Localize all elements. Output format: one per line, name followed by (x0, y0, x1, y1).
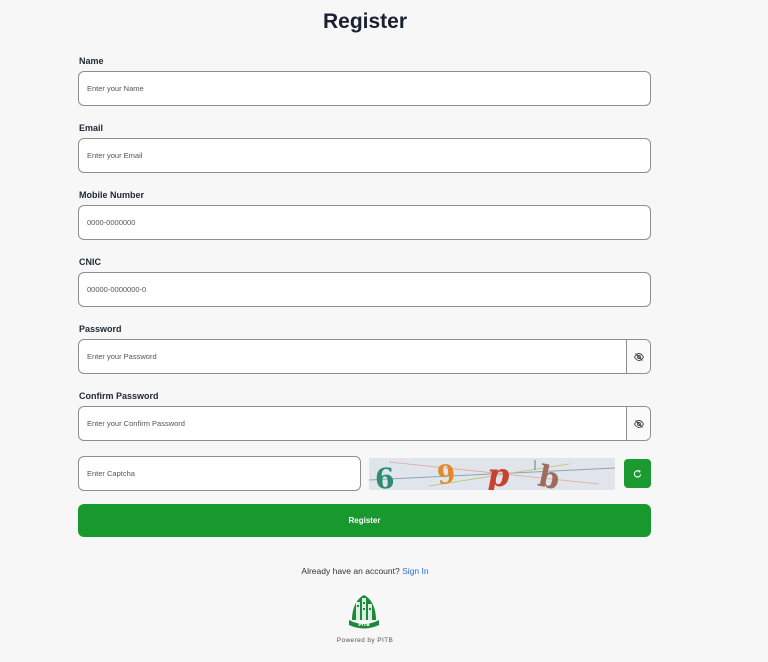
captcha-image: 6 9 p b (369, 458, 615, 490)
confirm-password-label: Confirm Password (79, 391, 159, 401)
register-button[interactable]: Register (78, 504, 651, 537)
captcha-input[interactable] (78, 456, 361, 491)
svg-text:9: 9 (436, 459, 457, 490)
signin-link[interactable]: Sign In (402, 566, 428, 576)
confirm-password-toggle-button[interactable] (626, 407, 650, 440)
email-input[interactable] (78, 138, 651, 173)
confirm-password-input[interactable] (79, 407, 626, 440)
svg-text:6: 6 (374, 462, 395, 490)
password-toggle-button[interactable] (626, 340, 650, 373)
page-title: Register (322, 10, 408, 33)
name-label: Name (79, 56, 104, 66)
captcha-refresh-button[interactable] (624, 459, 651, 488)
svg-text:p: p (487, 458, 509, 490)
signin-prompt-text: Already have an account? (301, 566, 400, 576)
mobile-label: Mobile Number (79, 190, 145, 200)
eye-slash-icon (633, 419, 644, 428)
logo-text: PITB (358, 622, 370, 628)
email-label: Email (79, 123, 104, 133)
confirm-password-field (78, 406, 651, 441)
mobile-input[interactable] (78, 205, 651, 240)
password-input[interactable] (79, 340, 626, 373)
powered-by-text: Powered by PITB (336, 637, 394, 644)
pitb-logo: PITB (349, 595, 379, 629)
eye-slash-icon (633, 352, 644, 361)
password-label: Password (79, 324, 122, 334)
signin-prompt-row: Already have an account? Sign In (0, 566, 730, 576)
refresh-icon (633, 469, 642, 478)
password-field (78, 339, 651, 374)
cnic-input[interactable] (78, 272, 651, 307)
name-input[interactable] (78, 71, 651, 106)
cnic-label: CNIC (79, 257, 101, 267)
